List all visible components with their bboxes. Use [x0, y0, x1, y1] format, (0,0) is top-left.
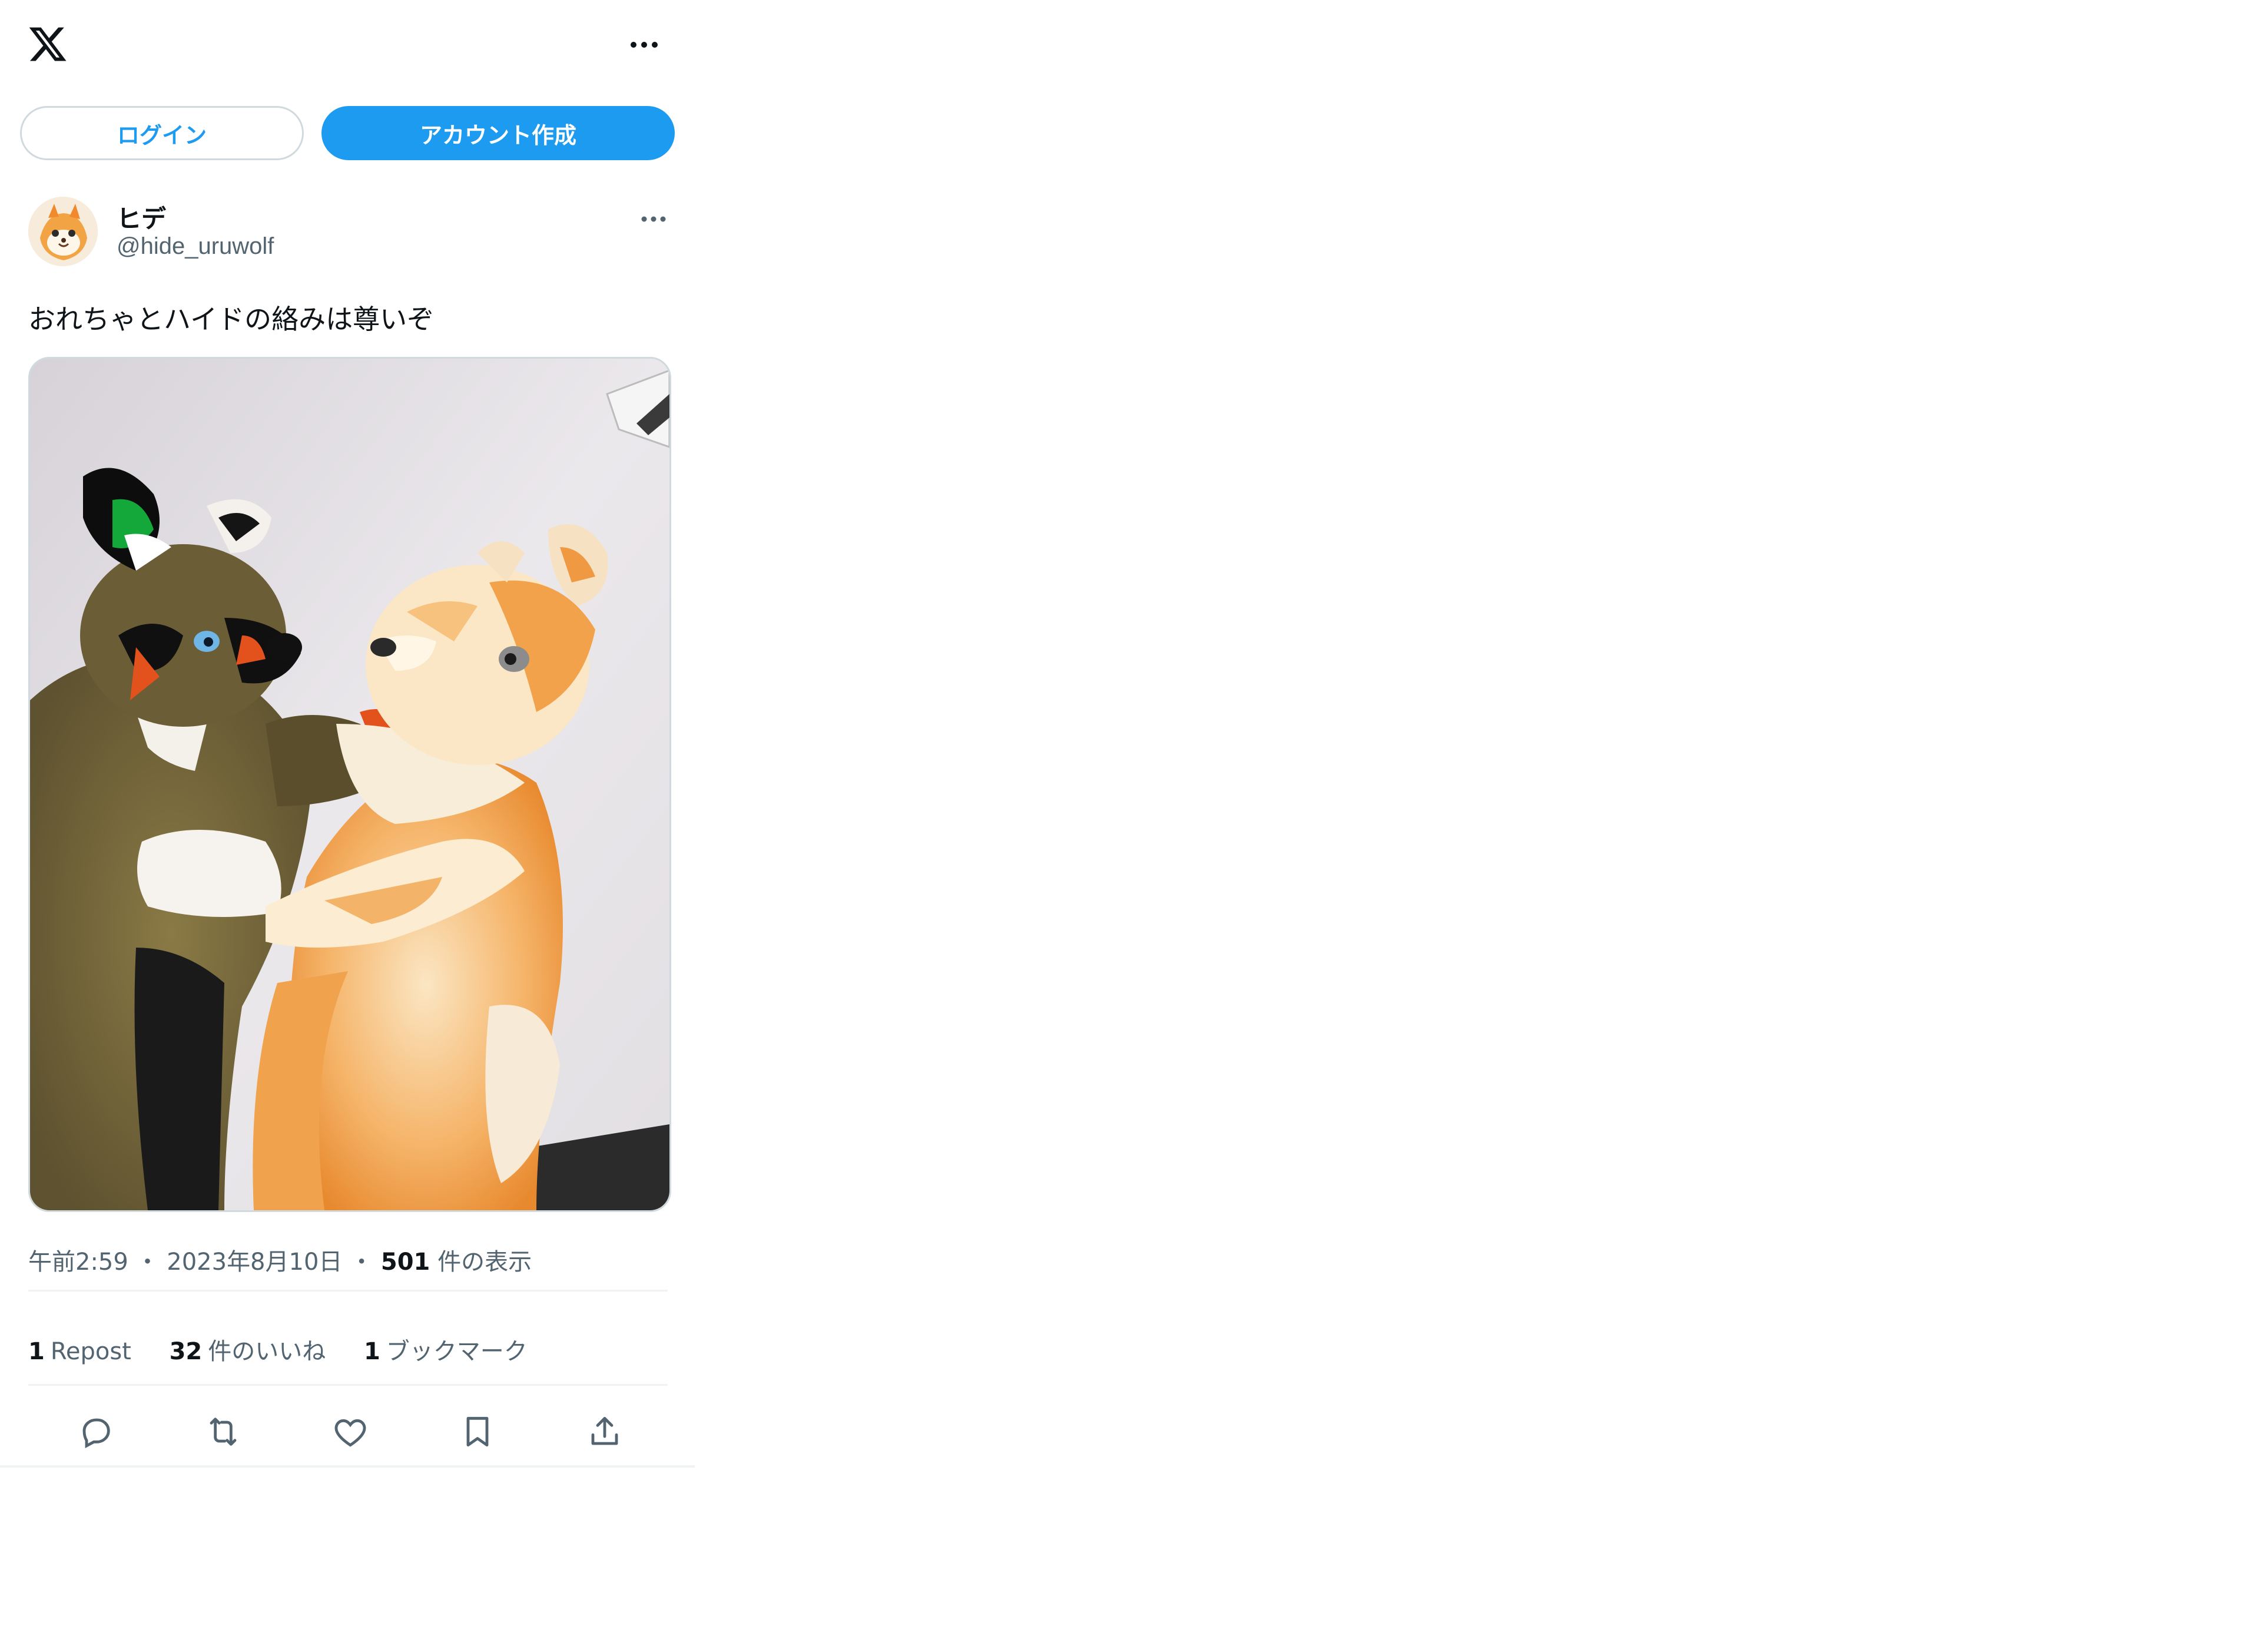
- divider: [28, 1290, 668, 1292]
- avatar[interactable]: [28, 197, 98, 266]
- display-name[interactable]: ヒデ: [117, 199, 166, 235]
- top-bar: [0, 0, 695, 88]
- post-time[interactable]: 午前2:59: [28, 1249, 128, 1276]
- post-stats: 1 Repost 32 件のいいね 1 ブックマーク: [28, 1332, 558, 1366]
- views-label: 件の表示: [437, 1249, 532, 1276]
- likes-stat[interactable]: 32 件のいいね: [170, 1332, 326, 1366]
- bookmarks-stat[interactable]: 1 ブックマーク: [364, 1332, 528, 1366]
- share-icon[interactable]: [579, 1406, 630, 1457]
- post-media-image[interactable]: [28, 357, 671, 1212]
- views-count: 501: [380, 1249, 430, 1276]
- meta-separator: ・: [350, 1249, 374, 1276]
- bookmarks-count: 1: [363, 1338, 380, 1365]
- x-logo-icon[interactable]: [27, 24, 68, 65]
- bookmark-icon[interactable]: [452, 1406, 503, 1457]
- post-actions: [28, 1406, 668, 1457]
- likes-count: 32: [169, 1338, 203, 1365]
- login-button[interactable]: ログイン: [20, 106, 304, 160]
- user-handle[interactable]: @hide_uruwolf: [117, 233, 274, 260]
- post-meta: 午前2:59 ・ 2023年8月10日 ・ 501 件の表示: [28, 1243, 532, 1277]
- divider: [28, 1384, 668, 1386]
- bookmarks-label: ブックマーク: [386, 1338, 528, 1365]
- more-horizontal-icon[interactable]: [625, 26, 663, 64]
- signup-button[interactable]: アカウント作成: [321, 106, 675, 160]
- meta-separator: ・: [135, 1249, 160, 1276]
- like-icon[interactable]: [325, 1406, 376, 1457]
- post-more-icon[interactable]: [637, 203, 670, 236]
- post-text: おれちゃとハイドの絡みは尊いぞ: [28, 303, 435, 335]
- reply-icon[interactable]: [71, 1406, 121, 1457]
- repost-stat[interactable]: 1 Repost: [28, 1338, 131, 1365]
- repost-count: 1: [28, 1338, 45, 1365]
- repost-label: Repost: [50, 1338, 131, 1365]
- post-author: ヒデ @hide_uruwolf: [28, 197, 670, 273]
- repost-icon[interactable]: [198, 1406, 248, 1457]
- post-column: ログイン アカウント作成 ヒデ @hide_uruwolf おれちゃとハイドの絡…: [0, 0, 695, 1468]
- likes-label: 件のいいね: [208, 1338, 326, 1365]
- auth-buttons: ログイン アカウント作成: [20, 106, 675, 160]
- page: ログイン アカウント作成 ヒデ @hide_uruwolf おれちゃとハイドの絡…: [0, 0, 2268, 1629]
- post-date[interactable]: 2023年8月10日: [167, 1249, 342, 1276]
